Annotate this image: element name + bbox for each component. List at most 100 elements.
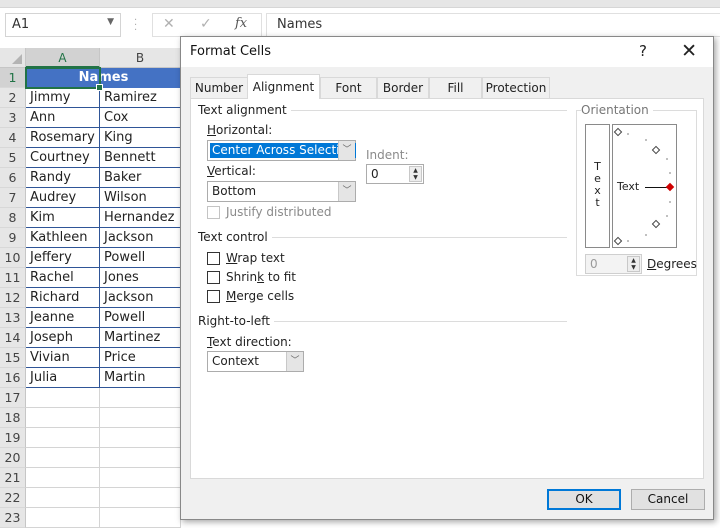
- row-header[interactable]: 14: [0, 328, 26, 348]
- grip-icon[interactable]: · · ·: [134, 16, 137, 36]
- cell-a[interactable]: [26, 468, 100, 488]
- cell-b[interactable]: Wilson: [100, 188, 181, 208]
- cell-a[interactable]: Jeffery: [26, 248, 100, 268]
- cell-b[interactable]: Jackson: [100, 228, 181, 248]
- row-header[interactable]: 22: [0, 488, 26, 508]
- row-header[interactable]: 23: [0, 508, 26, 528]
- chevron-down-icon[interactable]: ﹀: [338, 141, 355, 160]
- cell-a[interactable]: [26, 508, 100, 528]
- cell-a[interactable]: Kim: [26, 208, 100, 228]
- angle-handle[interactable]: [665, 182, 675, 192]
- row-header[interactable]: 21: [0, 468, 26, 488]
- row-header[interactable]: 5: [0, 148, 26, 168]
- row-header[interactable]: 16: [0, 368, 26, 388]
- name-box[interactable]: A1 ▼: [5, 13, 121, 37]
- orientation-dial[interactable]: Text: [612, 124, 677, 248]
- column-header-a[interactable]: A: [26, 48, 100, 68]
- tab-fill[interactable]: Fill: [429, 77, 482, 98]
- dialog-titlebar[interactable]: Format Cells ? ✕: [181, 37, 713, 67]
- spin-arrows-icon[interactable]: ▲ ▼: [409, 166, 422, 182]
- cell-b[interactable]: [100, 428, 181, 448]
- row-header[interactable]: 13: [0, 308, 26, 328]
- cell-a[interactable]: Richard: [26, 288, 100, 308]
- chevron-down-icon[interactable]: ▼: [107, 17, 114, 27]
- cell-b[interactable]: Cox: [100, 108, 181, 128]
- cell-a[interactable]: Jimmy: [26, 88, 100, 108]
- cell-b[interactable]: Hernandez: [100, 208, 181, 228]
- spin-arrows-icon[interactable]: ▲ ▼: [627, 256, 640, 272]
- cell-a[interactable]: [26, 428, 100, 448]
- row-header[interactable]: 4: [0, 128, 26, 148]
- text-direction-select[interactable]: Context ﹀: [207, 351, 304, 372]
- cell-b[interactable]: Baker: [100, 168, 181, 188]
- cell-b[interactable]: [100, 468, 181, 488]
- cell-b[interactable]: Jones: [100, 268, 181, 288]
- cell-a[interactable]: Rachel: [26, 268, 100, 288]
- row-header[interactable]: 2: [0, 88, 26, 108]
- angle-minus-90-marker[interactable]: [613, 236, 623, 246]
- row-header[interactable]: 8: [0, 208, 26, 228]
- chevron-down-icon[interactable]: ﹀: [338, 182, 355, 201]
- wrap-text-checkbox[interactable]: [207, 252, 220, 265]
- row-header[interactable]: 7: [0, 188, 26, 208]
- cell-b[interactable]: Bennett: [100, 148, 181, 168]
- cell-a[interactable]: Rosemary: [26, 128, 100, 148]
- enter-entry-icon[interactable]: ✓: [200, 16, 212, 32]
- tab-font[interactable]: Font: [320, 77, 377, 98]
- cancel-entry-icon[interactable]: ✕: [163, 16, 175, 32]
- tab-number[interactable]: Number: [190, 77, 248, 98]
- row-header[interactable]: 6: [0, 168, 26, 188]
- cell-a[interactable]: Jeanne: [26, 308, 100, 328]
- tab-protection[interactable]: Protection: [482, 77, 550, 98]
- cell-a[interactable]: Kathleen: [26, 228, 100, 248]
- row-header[interactable]: 9: [0, 228, 26, 248]
- angle-45-marker[interactable]: [651, 145, 661, 155]
- cell-b[interactable]: [100, 408, 181, 428]
- cell-a[interactable]: Ann: [26, 108, 100, 128]
- ok-button[interactable]: OK: [547, 489, 621, 510]
- row-header[interactable]: 18: [0, 408, 26, 428]
- vertical-select[interactable]: Bottom ﹀: [207, 181, 356, 202]
- cell-b[interactable]: Powell: [100, 248, 181, 268]
- cell-a[interactable]: Courtney: [26, 148, 100, 168]
- cell-a[interactable]: [26, 388, 100, 408]
- cell-b[interactable]: King: [100, 128, 181, 148]
- row-header[interactable]: 11: [0, 268, 26, 288]
- insert-function-icon[interactable]: fx: [235, 16, 247, 31]
- cell-b[interactable]: Ramirez: [100, 88, 181, 108]
- tab-alignment[interactable]: Alignment: [247, 74, 320, 99]
- angle-minus-45-marker[interactable]: [651, 219, 661, 229]
- cell-b[interactable]: [100, 488, 181, 508]
- select-all-button[interactable]: [0, 48, 26, 68]
- merge-cells-checkbox[interactable]: [207, 290, 220, 303]
- horizontal-select[interactable]: Center Across Selection ﹀: [207, 140, 357, 161]
- justify-distributed-checkbox[interactable]: [207, 206, 220, 219]
- close-button[interactable]: ✕: [681, 40, 697, 62]
- cell-a[interactable]: Vivian: [26, 348, 100, 368]
- column-header-b[interactable]: B: [100, 48, 181, 68]
- help-button[interactable]: ?: [639, 42, 647, 60]
- row-header[interactable]: 10: [0, 248, 26, 268]
- cell-a[interactable]: Julia: [26, 368, 100, 388]
- cell-b[interactable]: [100, 508, 181, 528]
- cell-b[interactable]: Powell: [100, 308, 181, 328]
- cell-a[interactable]: [26, 448, 100, 468]
- cell-b[interactable]: Martin: [100, 368, 181, 388]
- vertical-text-option[interactable]: Text: [585, 124, 610, 248]
- cell-a[interactable]: Joseph: [26, 328, 100, 348]
- shrink-to-fit-checkbox[interactable]: [207, 271, 220, 284]
- row-header[interactable]: 3: [0, 108, 26, 128]
- cell-a[interactable]: Randy: [26, 168, 100, 188]
- row-header[interactable]: 12: [0, 288, 26, 308]
- row-header[interactable]: 20: [0, 448, 26, 468]
- row-header[interactable]: 15: [0, 348, 26, 368]
- cell-a[interactable]: [26, 488, 100, 508]
- cell-a[interactable]: Audrey: [26, 188, 100, 208]
- angle-90-marker[interactable]: [613, 127, 623, 137]
- cell-b[interactable]: Jackson: [100, 288, 181, 308]
- cell-b[interactable]: [100, 448, 181, 468]
- cell-a[interactable]: [26, 408, 100, 428]
- row-header[interactable]: 19: [0, 428, 26, 448]
- degrees-spinner[interactable]: 0 ▲ ▼: [585, 254, 642, 274]
- row-header[interactable]: 17: [0, 388, 26, 408]
